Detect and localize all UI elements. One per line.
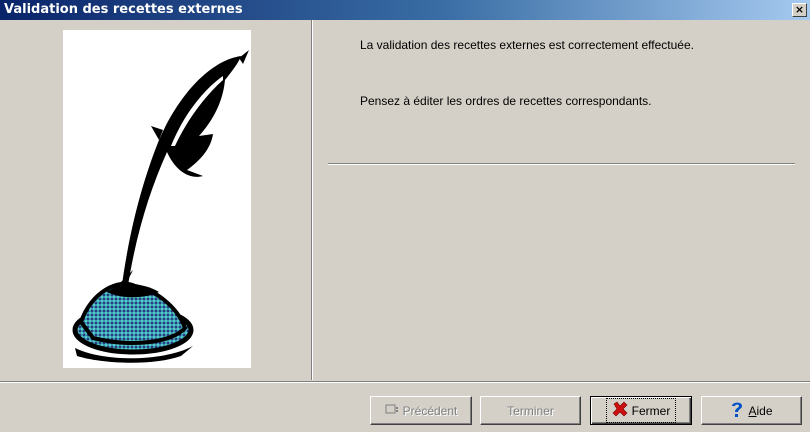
previous-button[interactable]: Précédent (370, 396, 472, 425)
previous-arrow-icon (385, 404, 399, 418)
help-button[interactable]: Aide (701, 396, 802, 425)
finish-button-label: Terminer (507, 403, 554, 418)
title-bar: Validation des recettes externes × (0, 0, 810, 20)
question-mark-icon (730, 400, 744, 421)
close-button[interactable]: Fermer (590, 396, 692, 425)
quill-inkwell-icon (63, 30, 251, 368)
footer-divider (0, 381, 810, 383)
close-button-label: Fermer (631, 403, 671, 418)
help-button-label: ide (756, 403, 773, 418)
window-close-button[interactable]: × (792, 3, 807, 17)
close-button-focus: Fermer (605, 398, 677, 423)
close-icon: × (794, 3, 805, 16)
red-x-icon (612, 401, 628, 420)
message-print-reminder: Pensez à éditer les ordres de recettes c… (360, 94, 652, 108)
window-title: Validation des recettes externes (4, 2, 243, 17)
content-divider (328, 163, 795, 165)
finish-button[interactable]: Terminer (480, 396, 581, 425)
vertical-separator (311, 20, 313, 380)
message-validation-success: La validation des recettes externes est … (360, 38, 694, 52)
help-button-accelerator: A (748, 403, 757, 418)
previous-button-label: Précédent (402, 403, 458, 418)
